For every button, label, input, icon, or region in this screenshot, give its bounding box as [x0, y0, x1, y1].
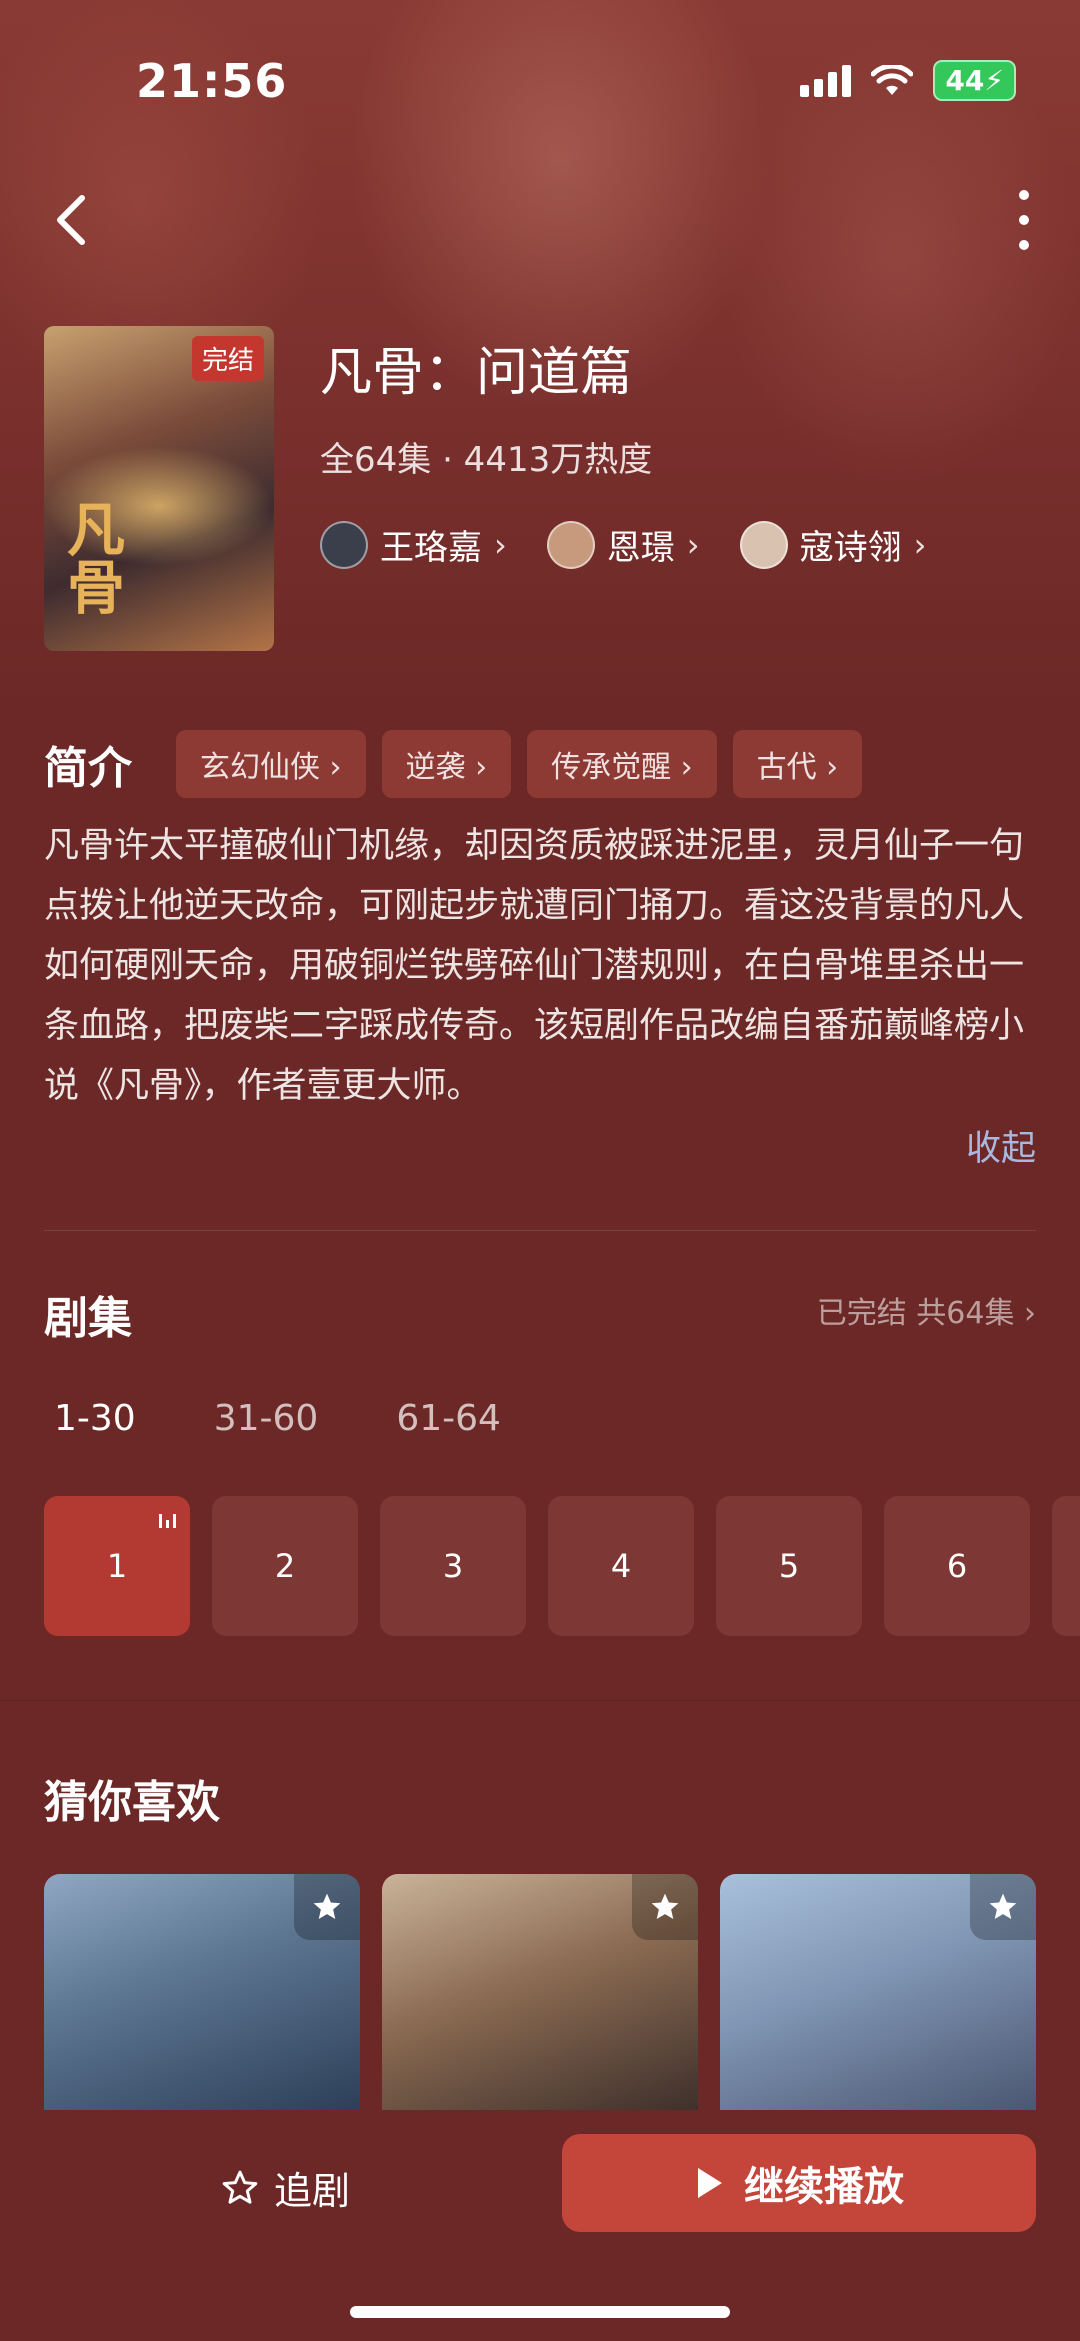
recommend-card[interactable]: [382, 1874, 698, 2114]
home-indicator: [350, 2306, 730, 2318]
cast-name: 恩璟: [606, 528, 675, 568]
genre-tag[interactable]: 古代 ›: [732, 730, 863, 798]
section-separator: [0, 1700, 1080, 1701]
episode-button[interactable]: 6: [884, 1496, 1030, 1636]
poster-title-art: 凡骨: [57, 499, 125, 615]
genre-tag[interactable]: 逆袭 ›: [381, 730, 512, 798]
recommend-card[interactable]: [44, 1874, 360, 2114]
genre-tag[interactable]: 传承觉醒 ›: [527, 730, 717, 798]
cast-name: 王珞嘉: [380, 528, 482, 568]
tag-list: 玄幻仙侠 › 逆袭 › 传承觉醒 › 古代 ›: [176, 730, 863, 798]
episode-button[interactable]: 2: [212, 1496, 358, 1636]
tab-range-31-60[interactable]: 31-60: [214, 1398, 319, 1439]
intro-title: 简介: [44, 743, 132, 794]
chevron-right-icon: ›: [913, 525, 927, 564]
tab-range-1-30[interactable]: 1-30: [54, 1398, 136, 1439]
more-vertical-icon[interactable]: [1012, 190, 1036, 250]
cast-item[interactable]: 王珞嘉 ›: [320, 520, 507, 569]
star-outline-icon: [222, 2170, 258, 2204]
star-icon[interactable]: [970, 1874, 1036, 1940]
intro-header: 简介 玄幻仙侠 › 逆袭 › 传承觉醒 › 古代 ›: [44, 730, 863, 798]
cast-item[interactable]: 寇诗翎 ›: [739, 520, 927, 569]
recommend-card[interactable]: [720, 1874, 1036, 2114]
cast-item[interactable]: 恩璟 ›: [546, 520, 700, 569]
cast-list: 王珞嘉 › 恩璟 › 寇诗翎 ›: [320, 520, 926, 569]
episodes-status-link[interactable]: 已完结 共64集 ›: [817, 1288, 1036, 1332]
drama-meta: 全64集 · 4413万热度: [320, 440, 653, 480]
tab-range-61-64[interactable]: 61-64: [396, 1398, 501, 1439]
chevron-left-icon[interactable]: [48, 190, 92, 250]
star-icon[interactable]: [632, 1874, 698, 1940]
episode-button[interactable]: 5: [716, 1496, 862, 1636]
play-icon: [698, 2168, 722, 2198]
wifi-icon: [871, 64, 914, 95]
playing-indicator-icon: [159, 1510, 176, 1528]
episode-range-tabs: 1-30 31-60 61-64: [54, 1398, 501, 1439]
chevron-right-icon: ›: [686, 525, 700, 564]
genre-tag[interactable]: 玄幻仙侠 ›: [176, 730, 366, 798]
completed-badge: 完结: [191, 336, 264, 381]
avatar: [320, 520, 368, 569]
drama-title: 凡骨：问道篇: [320, 343, 633, 403]
episode-button[interactable]: 1: [44, 1496, 190, 1636]
collapse-button[interactable]: 收起: [966, 1120, 1036, 1171]
divider: [44, 1230, 1036, 1231]
follow-button[interactable]: 追剧: [220, 2160, 350, 2215]
episode-button-partial[interactable]: [1052, 1496, 1080, 1636]
continue-play-button[interactable]: 继续播放: [562, 2134, 1036, 2232]
episodes-title: 剧集: [44, 1293, 132, 1344]
episode-button[interactable]: 4: [548, 1496, 694, 1636]
cast-name: 寇诗翎: [799, 528, 902, 568]
chevron-right-icon: ›: [494, 525, 507, 564]
episode-grid: 1 2 3 4 5 6: [44, 1496, 1080, 1636]
battery-indicator: 44⚡: [933, 60, 1016, 101]
status-icons: 44⚡: [800, 60, 1016, 101]
star-icon[interactable]: [294, 1874, 360, 1940]
avatar: [546, 520, 595, 569]
status-time: 21:56: [136, 54, 288, 108]
recommend-title: 猜你喜欢: [44, 1777, 220, 1828]
cellular-signal-icon: [800, 64, 852, 97]
avatar: [739, 520, 788, 569]
intro-text: 凡骨许太平撞破仙门机缘，却因资质被踩进泥里，灵月仙子一句点拨让他逆天改命，可刚起…: [44, 826, 1025, 1106]
recommend-list: [44, 1874, 1036, 2114]
drama-poster: 凡骨 完结: [44, 326, 274, 651]
episode-button[interactable]: 3: [380, 1496, 526, 1636]
